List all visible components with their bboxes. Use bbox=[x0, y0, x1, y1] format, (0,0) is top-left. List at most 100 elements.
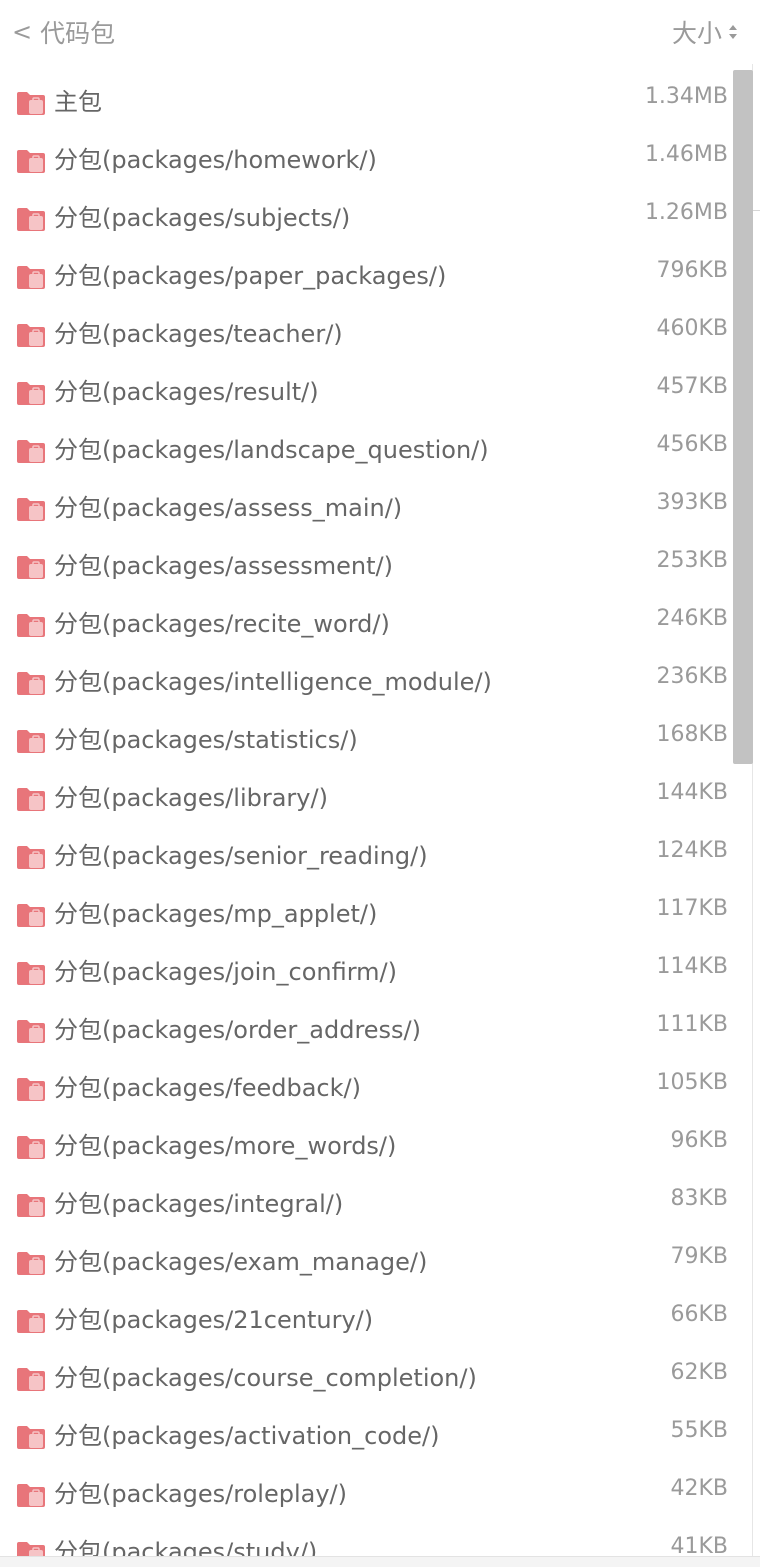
package-name: 分包(packages/library/) bbox=[54, 784, 328, 812]
package-row[interactable]: 分包(packages/exam_manage/) 79KB bbox=[0, 1230, 740, 1288]
header: < 代码包 大小 bbox=[0, 0, 760, 64]
package-size: 114KB bbox=[656, 954, 728, 979]
package-size: 253KB bbox=[656, 548, 728, 573]
package-name: 分包(packages/assess_main/) bbox=[54, 494, 403, 522]
folder-icon bbox=[16, 960, 46, 986]
folder-icon bbox=[16, 380, 46, 406]
package-size: 460KB bbox=[656, 316, 728, 341]
package-row[interactable]: 分包(packages/join_confirm/) 114KB bbox=[0, 940, 740, 998]
package-name: 分包(packages/mp_applet/) bbox=[54, 900, 378, 928]
package-name: 分包(packages/subjects/) bbox=[54, 204, 351, 232]
package-row[interactable]: 分包(packages/assessment/) 253KB bbox=[0, 534, 740, 592]
package-size: 168KB bbox=[656, 722, 728, 747]
package-size: 55KB bbox=[670, 1418, 728, 1443]
package-size: 1.26MB bbox=[644, 200, 728, 225]
folder-icon bbox=[16, 1424, 46, 1450]
package-size: 111KB bbox=[656, 1012, 728, 1037]
page-title: 代码包 bbox=[40, 19, 116, 48]
package-size: 457KB bbox=[656, 374, 728, 399]
folder-icon bbox=[16, 1250, 46, 1276]
package-row[interactable]: 分包(packages/statistics/) 168KB bbox=[0, 708, 740, 766]
folder-icon bbox=[16, 264, 46, 290]
package-size: 79KB bbox=[670, 1244, 728, 1269]
package-name: 分包(packages/assessment/) bbox=[54, 552, 393, 580]
package-list-viewport[interactable]: 主包 1.34MB 分包(packages/homework/) 1.46MB 分包(p… bbox=[0, 70, 760, 1566]
package-name: 分包(packages/result/) bbox=[54, 378, 319, 406]
package-list: 主包 1.34MB 分包(packages/homework/) 1.46MB 分包(p… bbox=[0, 70, 740, 1566]
package-row[interactable]: 分包(packages/activation_code/) 55KB bbox=[0, 1404, 740, 1462]
folder-icon bbox=[16, 90, 46, 116]
chevron-left-icon: < bbox=[12, 18, 33, 46]
package-size: 236KB bbox=[656, 664, 728, 689]
folder-icon bbox=[16, 612, 46, 638]
package-size: 105KB bbox=[656, 1070, 728, 1095]
package-name: 分包(packages/landscape_question/) bbox=[54, 436, 489, 464]
package-row[interactable]: 分包(packages/assess_main/) 393KB bbox=[0, 476, 740, 534]
package-row[interactable]: 分包(packages/feedback/) 105KB bbox=[0, 1056, 740, 1114]
package-row[interactable]: 分包(packages/landscape_question/) 456KB bbox=[0, 418, 740, 476]
package-row[interactable]: 主包 1.34MB bbox=[0, 70, 740, 128]
package-row[interactable]: 分包(packages/homework/) 1.46MB bbox=[0, 128, 740, 186]
package-name: 分包(packages/feedback/) bbox=[54, 1074, 361, 1102]
package-row[interactable]: 分包(packages/result/) 457KB bbox=[0, 360, 740, 418]
sort-by-size-button[interactable]: 大小 bbox=[672, 14, 738, 50]
package-name: 分包(packages/more_words/) bbox=[54, 1132, 397, 1160]
package-row[interactable]: 分包(packages/teacher/) 460KB bbox=[0, 302, 740, 360]
package-name: 分包(packages/course_completion/) bbox=[54, 1364, 477, 1392]
package-row[interactable]: 分包(packages/21century/) 66KB bbox=[0, 1288, 740, 1346]
package-row[interactable]: 分包(packages/order_address/) 111KB bbox=[0, 998, 740, 1056]
package-name: 主包 bbox=[54, 88, 102, 116]
folder-icon bbox=[16, 554, 46, 580]
package-size: 246KB bbox=[656, 606, 728, 631]
folder-icon bbox=[16, 496, 46, 522]
folder-icon bbox=[16, 1366, 46, 1392]
package-size: 796KB bbox=[656, 258, 728, 283]
folder-icon bbox=[16, 1482, 46, 1508]
package-size: 66KB bbox=[670, 1302, 728, 1327]
folder-icon bbox=[16, 206, 46, 232]
folder-icon bbox=[16, 1192, 46, 1218]
package-size: 124KB bbox=[656, 838, 728, 863]
package-row[interactable]: 分包(packages/paper_packages/) 796KB bbox=[0, 244, 740, 302]
folder-icon bbox=[16, 148, 46, 174]
folder-icon bbox=[16, 1308, 46, 1334]
package-row[interactable]: 分包(packages/subjects/) 1.26MB bbox=[0, 186, 740, 244]
folder-icon bbox=[16, 1134, 46, 1160]
package-row[interactable]: 分包(packages/mp_applet/) 117KB bbox=[0, 882, 740, 940]
package-row[interactable]: 分包(packages/intelligence_module/) 236KB bbox=[0, 650, 740, 708]
package-row[interactable]: 分包(packages/course_completion/) 62KB bbox=[0, 1346, 740, 1404]
folder-icon bbox=[16, 786, 46, 812]
package-name: 分包(packages/exam_manage/) bbox=[54, 1248, 428, 1276]
package-row[interactable]: 分包(packages/more_words/) 96KB bbox=[0, 1114, 740, 1172]
package-name: 分包(packages/activation_code/) bbox=[54, 1422, 440, 1450]
package-name: 分包(packages/21century/) bbox=[54, 1306, 374, 1334]
package-name: 分包(packages/teacher/) bbox=[54, 320, 343, 348]
package-name: 分包(packages/intelligence_module/) bbox=[54, 668, 492, 696]
package-size: 393KB bbox=[656, 490, 728, 515]
scrollbar-thumb[interactable] bbox=[733, 70, 753, 764]
folder-icon bbox=[16, 1018, 46, 1044]
package-row[interactable]: 分包(packages/recite_word/) 246KB bbox=[0, 592, 740, 650]
folder-icon bbox=[16, 1076, 46, 1102]
package-size: 144KB bbox=[656, 780, 728, 805]
package-size: 1.34MB bbox=[644, 84, 728, 109]
folder-icon bbox=[16, 670, 46, 696]
back-button[interactable]: < 代码包 bbox=[12, 14, 115, 50]
package-name: 分包(packages/roleplay/) bbox=[54, 1480, 347, 1508]
package-name: 分包(packages/integral/) bbox=[54, 1190, 344, 1218]
package-name: 分包(packages/order_address/) bbox=[54, 1016, 422, 1044]
scroll-track-tick bbox=[752, 210, 760, 211]
package-name: 分包(packages/join_confirm/) bbox=[54, 958, 397, 986]
package-name: 分包(packages/paper_packages/) bbox=[54, 262, 447, 290]
package-size: 83KB bbox=[670, 1186, 728, 1211]
folder-icon bbox=[16, 322, 46, 348]
folder-icon bbox=[16, 902, 46, 928]
package-size: 42KB bbox=[670, 1476, 728, 1501]
package-row[interactable]: 分包(packages/library/) 144KB bbox=[0, 766, 740, 824]
package-row[interactable]: 分包(packages/integral/) 83KB bbox=[0, 1172, 740, 1230]
package-row[interactable]: 分包(packages/senior_reading/) 124KB bbox=[0, 824, 740, 882]
package-size: 96KB bbox=[670, 1128, 728, 1153]
package-row[interactable]: 分包(packages/roleplay/) 42KB bbox=[0, 1462, 740, 1520]
package-size: 117KB bbox=[656, 896, 728, 921]
bottom-edge bbox=[0, 1556, 760, 1567]
